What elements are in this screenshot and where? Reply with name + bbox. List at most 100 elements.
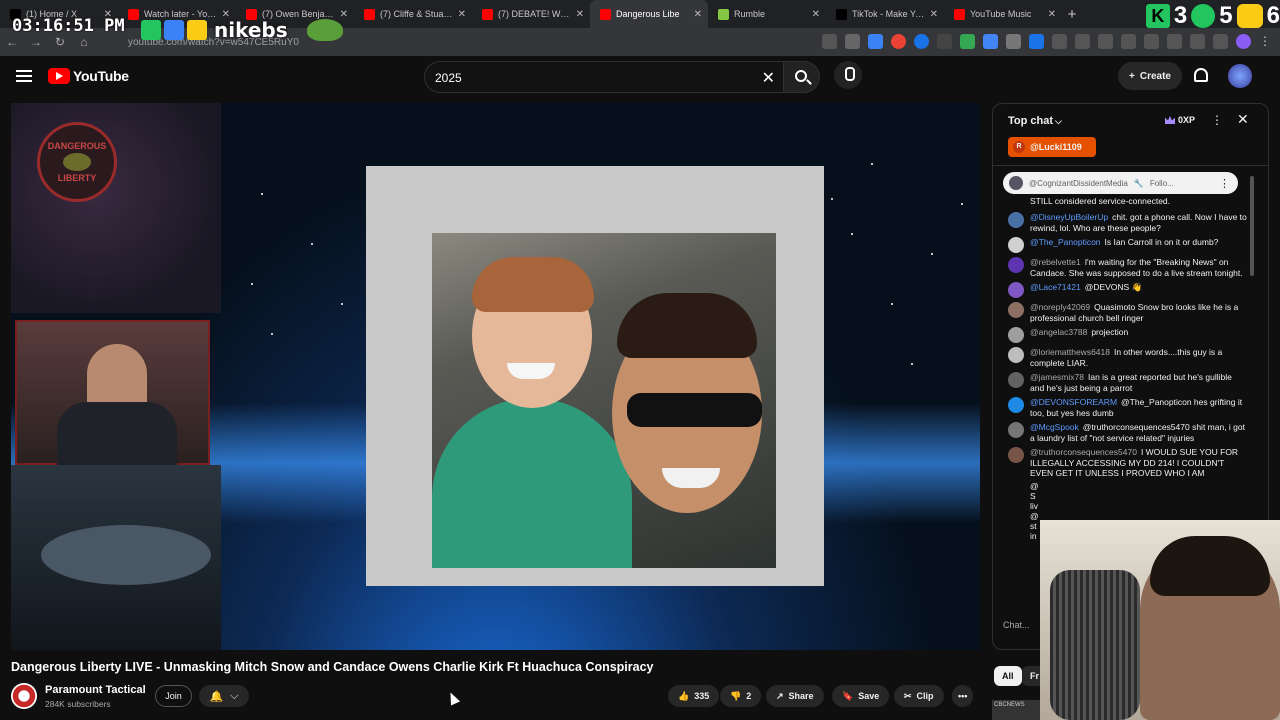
chat-author[interactable]: @DisneyUpBoilerUp (1030, 212, 1108, 222)
more-actions-button[interactable]: ••• (952, 685, 974, 707)
extension-icon[interactable] (983, 34, 998, 49)
chat-author[interactable]: @DEVONSFOREARM (1030, 397, 1117, 407)
browser-tab[interactable]: (7) DEBATE! Who A ✕ (472, 0, 590, 28)
chat-message[interactable]: @loriematthews6418 In other words....this… (993, 345, 1253, 370)
forward-icon[interactable]: → (24, 35, 48, 49)
star (871, 163, 873, 165)
thumbs-up-icon: 👍 (678, 690, 690, 701)
video-player[interactable]: DANGEROUS LIBERTY (11, 103, 980, 650)
avatar (1008, 212, 1024, 228)
hamburger-menu-icon[interactable] (16, 70, 32, 82)
browser-tab[interactable]: (7) Cliffe & Stuart K ✕ (354, 0, 472, 28)
browser-tab[interactable]: YouTube Music ✕ (944, 0, 1062, 28)
tab-close-icon[interactable]: ✕ (930, 9, 938, 20)
chat-message[interactable]: @rebelvette1 I'm waiting for the "Breakin… (993, 255, 1253, 280)
notification-button[interactable]: 🔔 ⌵ (199, 685, 249, 707)
more-vert-icon[interactable]: ⋮ (1211, 113, 1223, 127)
sticky-follow-banner[interactable]: @CognizantDissidentMedia 🔧 Follo... ⋮ (1003, 172, 1238, 194)
boy-hair (472, 257, 594, 312)
follow-link[interactable]: Follo... (1150, 179, 1174, 188)
extension-icon[interactable] (891, 34, 906, 49)
bell-icon[interactable] (1194, 68, 1208, 82)
plus-icon: + (1129, 70, 1135, 82)
chat-author[interactable]: @loriematthews6418 (1030, 347, 1110, 357)
clip-button[interactable]: ✂ Clip (894, 685, 944, 707)
chat-message[interactable]: @truthorconsequences5470 I WOULD SUE YOU … (993, 445, 1253, 481)
sidepanel-icon[interactable] (1167, 34, 1182, 49)
chat-author[interactable]: @rebelvette1 (1030, 257, 1081, 267)
new-tab-button[interactable]: + (1062, 6, 1082, 23)
install-icon[interactable] (822, 34, 837, 49)
chat-author[interactable]: @angelac3788 (1030, 327, 1087, 337)
mic-icon[interactable] (834, 61, 862, 89)
browser-tab[interactable]: TikTok - Make Your ✕ (826, 0, 944, 28)
extension-icon[interactable] (1006, 34, 1021, 49)
clear-icon[interactable]: ✕ (762, 68, 775, 88)
scroll-thumb[interactable] (1250, 176, 1254, 276)
extension-icon[interactable] (960, 34, 975, 49)
browser-tab[interactable]: Dangerous Libe ✕ (590, 0, 708, 28)
chat-author[interactable]: @jamesmix78 (1030, 372, 1084, 382)
chat-message[interactable]: @noreply42069 Quasimoto Snow bro looks li… (993, 300, 1253, 325)
browser-menu-icon[interactable]: ⋮ (1259, 34, 1274, 49)
chat-message[interactable]: @Lace71421 @DEVONS 👋 (993, 280, 1253, 300)
chat-input[interactable]: Chat... (1003, 620, 1030, 630)
chip-all[interactable]: All (994, 666, 1022, 686)
tab-close-icon[interactable]: ✕ (458, 9, 466, 20)
profile-icon[interactable] (1236, 34, 1251, 49)
chat-header: Top chat ⌵ 0XP ⋮ ✕ R @Lucki1109 (993, 104, 1268, 166)
search-input[interactable]: 2025 ✕ (424, 61, 784, 93)
extension-icon[interactable] (868, 34, 883, 49)
tab-close-icon[interactable]: ✕ (576, 9, 584, 20)
recommended-thumbnail[interactable]: CBCNEWS (992, 700, 1040, 720)
chat-message[interactable]: @DEVONSFOREARM @The_Panopticon hes grifti… (993, 395, 1253, 420)
chat-message[interactable]: @McgSpook @truthorconsequences5470 shit m… (993, 420, 1253, 445)
pinned-user-chip[interactable]: R @Lucki1109 (1008, 137, 1096, 157)
dislike-button[interactable]: 👎 2 (720, 685, 762, 707)
chat-message[interactable]: @jamesmix78 Ian is a great reported but h… (993, 370, 1253, 395)
channel-avatar[interactable] (11, 683, 37, 709)
history-icon[interactable] (1075, 34, 1090, 49)
home-icon[interactable]: ⌂ (72, 35, 96, 49)
join-button[interactable]: Join (155, 685, 192, 707)
bookmark-star-icon[interactable] (845, 34, 860, 49)
channel-name[interactable]: Paramount Tactical (45, 684, 146, 696)
youtube-logo[interactable]: YouTube (48, 68, 129, 84)
share-button[interactable]: ↗ Share (766, 685, 824, 707)
tab-close-icon[interactable]: ✕ (812, 9, 820, 20)
extension-icon[interactable] (937, 34, 952, 49)
chat-author[interactable]: @noreply42069 (1030, 302, 1090, 312)
like-button[interactable]: 👍 335 (668, 685, 720, 707)
chat-author[interactable]: @Lace71421 (1030, 282, 1081, 292)
extension-icon[interactable] (1029, 34, 1044, 49)
create-button[interactable]: + Create (1118, 62, 1182, 90)
top-chat-dropdown[interactable]: Top chat ⌵ (1008, 115, 1062, 127)
reading-list-icon[interactable] (1144, 34, 1159, 49)
chat-author[interactable]: @McgSpook (1030, 422, 1079, 432)
extension-icon[interactable] (914, 34, 929, 49)
save-button[interactable]: 🔖 Save (832, 685, 890, 707)
tab-close-icon[interactable]: ✕ (694, 9, 702, 20)
chat-author[interactable]: @truthorconsequences5470 (1030, 447, 1137, 457)
screenshot-icon[interactable] (1213, 34, 1228, 49)
back-icon[interactable]: ← (0, 35, 24, 49)
reload-icon[interactable]: ↻ (48, 35, 72, 49)
save-label: Save (858, 691, 880, 701)
close-icon[interactable]: ✕ (1237, 111, 1249, 128)
chat-message[interactable]: @The_Panopticon Is Ian Carroll in on it o… (993, 235, 1253, 255)
stream-counter-overlay: K 3 5 6 (1145, 2, 1280, 30)
downloads-icon[interactable] (1098, 34, 1113, 49)
bookmarks-icon[interactable] (1190, 34, 1205, 49)
chat-message[interactable]: @angelac3788 projection (993, 325, 1253, 345)
chat-message[interactable]: @DisneyUpBoilerUp chit. got a phone call.… (993, 210, 1253, 235)
search-button[interactable] (784, 61, 820, 93)
streamer-webcam-overlay (1040, 520, 1280, 720)
devtools-icon[interactable] (1121, 34, 1136, 49)
more-vert-icon[interactable]: ⋮ (1219, 177, 1230, 190)
tab-close-icon[interactable]: ✕ (1048, 9, 1056, 20)
account-avatar[interactable] (1228, 64, 1252, 88)
chat-author[interactable]: @The_Panopticon (1030, 237, 1101, 247)
browser-tab[interactable]: Rumble ✕ (708, 0, 826, 28)
xp-badge[interactable]: 0XP (1165, 115, 1195, 125)
puzzle-icon[interactable] (1052, 34, 1067, 49)
